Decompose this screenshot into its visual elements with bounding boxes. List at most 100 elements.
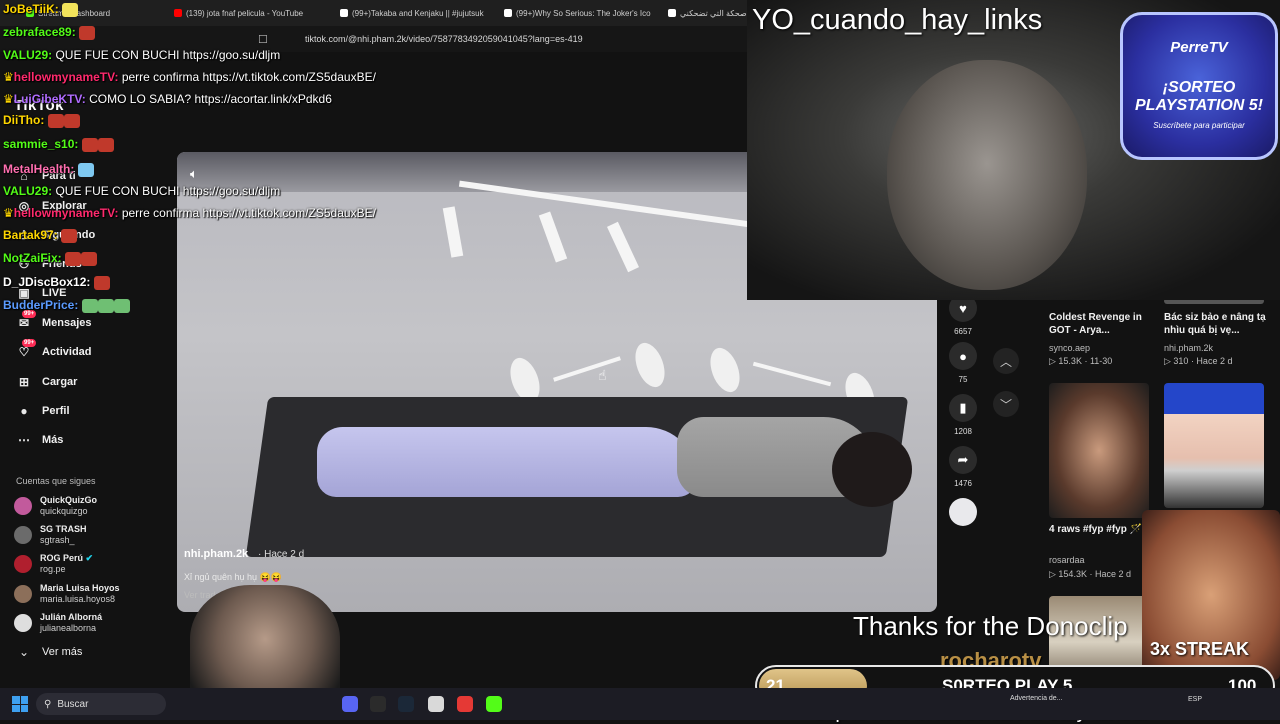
emote-icon	[93, 275, 110, 290]
nav-label: Mensajes	[42, 317, 92, 329]
account-name: Julián Alborná	[40, 612, 103, 622]
nav-item-perfil[interactable]: ● Perfil	[16, 401, 69, 421]
video-author[interactable]: nhi.pham.2k	[184, 548, 248, 560]
taskbar-search[interactable]: ⚲ Buscar	[36, 693, 166, 715]
avatar	[14, 497, 32, 515]
search-label: Buscar	[57, 698, 89, 710]
nav-item-actividad[interactable]: ♡ 99+ Actividad	[16, 339, 92, 362]
nav-item-mas[interactable]: ⋯ Más	[16, 430, 63, 450]
chat-username: BudderPrice:	[3, 298, 79, 312]
giveaway-subtitle: Suscríbete para participar	[1153, 121, 1245, 130]
chat-username: JoBeTiiK:	[3, 2, 59, 16]
tab-label: (139) jota fnaf pelicula - YouTube	[186, 8, 304, 18]
browser-tab[interactable]: صحكة التي تضحكني	[668, 5, 748, 21]
related-video-title[interactable]: 4 raws #fyp #fyp 🪄	[1049, 523, 1149, 536]
nav-item-mensajes[interactable]: ✉ 99+ Mensajes	[16, 310, 92, 333]
following-account[interactable]: SG TRASH sgtrash_	[14, 524, 87, 546]
see-more-link[interactable]: ⌄ Ver más	[16, 642, 82, 662]
emote-icon	[47, 113, 64, 128]
video-thumbnail[interactable]	[1049, 383, 1149, 518]
giveaway-badge: PerreTV ¡SORTEO PLAYSTATION 5! Suscríbet…	[1120, 12, 1278, 160]
comment-action[interactable]: ● 75	[948, 342, 978, 384]
person-head	[832, 432, 912, 507]
chat-message: ♛hellowmynameTV: perre confirma https://…	[3, 206, 376, 220]
chat-text: perre confirma https://vt.tiktok.com/ZS5…	[121, 206, 376, 220]
related-video-author[interactable]: nhi.pham.2k	[1164, 343, 1213, 353]
like-action[interactable]: ♥ 6657	[948, 294, 978, 336]
kick-icon[interactable]	[486, 696, 502, 712]
browser-tab[interactable]: (99+)Takaba and Kenjaku || #jujutsuk	[340, 5, 488, 21]
footprint-decal	[629, 338, 671, 392]
author-avatar[interactable]	[949, 498, 977, 526]
following-account[interactable]: ROG Perú ✔ rog.pe	[14, 553, 93, 575]
related-video-title[interactable]: Coldest Revenge in GOT - Arya...	[1049, 311, 1149, 337]
browser-tab[interactable]: (99+)Why So Serious: The Joker's Ico	[504, 5, 652, 21]
chat-message: sammie_s10:	[3, 137, 114, 152]
chat-text: COMO LO SABIA? https://acortar.link/xPdk…	[89, 92, 332, 106]
nav-label: Actividad	[42, 346, 92, 358]
related-video-meta: ▷ 154.3K · Hace 2 d	[1049, 569, 1131, 579]
volume-icon[interactable]: 🔈︎	[190, 166, 198, 182]
emote-icon	[81, 251, 98, 266]
tray-notice[interactable]: Advertencia de...	[1010, 695, 1063, 702]
browser-tab-bar: Stream - Dashboard (139) jota fnaf pelic…	[0, 0, 750, 26]
tab-favicon-icon	[504, 9, 512, 17]
discord-icon[interactable]	[342, 696, 358, 712]
person-legs	[317, 427, 697, 497]
following-section-title: Cuentas que sigues	[16, 476, 96, 486]
related-video-author[interactable]: rosardaa	[1049, 555, 1085, 565]
chat-username: hellowmynameTV:	[13, 70, 119, 84]
tab-label: (99+)Takaba and Kenjaku || #jujutsuk	[352, 8, 484, 18]
chat-username: D_JDiscBox12:	[3, 275, 91, 289]
activity-badge: 99+	[22, 339, 37, 347]
windows-start-icon[interactable]	[12, 696, 28, 712]
emote-icon	[113, 298, 130, 313]
search-icon: ⚲	[44, 698, 52, 710]
floor-line	[538, 211, 568, 263]
avatar	[14, 555, 32, 573]
chat-message: VALU29: QUE FUE CON BUCHI https://goo.su…	[3, 184, 280, 198]
share-action[interactable]: ➦ 1476	[948, 446, 978, 488]
browser-tab[interactable]: (139) jota fnaf pelicula - YouTube	[174, 5, 324, 21]
related-video-author[interactable]: synco.aep	[1049, 343, 1090, 353]
chat-message: VALU29: QUE FUE CON BUCHI https://goo.su…	[3, 48, 280, 62]
app-icon[interactable]	[428, 696, 444, 712]
author-avatar-action[interactable]	[948, 498, 978, 526]
emote-icon	[79, 25, 96, 40]
giveaway-brand: PerreTV	[1170, 39, 1228, 56]
chat-text: QUE FUE CON BUCHI https://goo.su/dljm	[55, 48, 281, 62]
profile-icon: ●	[20, 404, 28, 418]
following-account[interactable]: QuickQuizGo quickquizgo	[14, 495, 97, 517]
chat-message: BudderPrice:	[3, 298, 130, 313]
steam-icon[interactable]	[398, 696, 414, 712]
app-icon[interactable]	[370, 696, 386, 712]
video-thumbnail[interactable]	[1164, 383, 1264, 508]
app-icon[interactable]	[457, 696, 473, 712]
dashed-line	[752, 361, 832, 387]
bookmark-save-icon[interactable]: ▮	[949, 394, 977, 422]
chat-username: MetalHealth:	[3, 162, 75, 176]
more-icon: ⋯	[18, 433, 30, 447]
nav-item-cargar[interactable]: ⊞ Cargar	[16, 372, 78, 392]
chat-message: JoBeTiiK:	[3, 2, 79, 17]
share-icon[interactable]: ➦	[949, 446, 977, 474]
account-handle: rog.pe	[40, 564, 66, 574]
account-handle: sgtrash_	[40, 535, 75, 545]
bookmark-icon[interactable]: ☐	[258, 33, 270, 46]
donoclip-thanks: Thanks for the Donoclip	[853, 611, 1128, 641]
related-video-title[interactable]: Bác siz bảo e nâng tạ nhìu quá bị vẹ...	[1164, 311, 1272, 337]
chat-username: VALU29:	[3, 48, 53, 62]
comment-icon[interactable]: ●	[949, 342, 977, 370]
account-name: QuickQuizGo	[40, 495, 98, 505]
following-account[interactable]: Julián Alborná julianealborna	[14, 612, 102, 634]
tab-label: (99+)Why So Serious: The Joker's Ico	[516, 8, 651, 18]
windows-taskbar	[0, 688, 1280, 720]
tray-language[interactable]: ESP	[1188, 696, 1202, 703]
chevron-down-icon: ﹀	[999, 397, 1012, 412]
following-account[interactable]: Maria Luisa Hoyos maria.luisa.hoyos8	[14, 583, 120, 605]
url-text[interactable]: tiktok.com/@nhi.pham.2k/video/7587783492…	[305, 34, 583, 44]
next-video-button[interactable]: ﹀	[993, 391, 1019, 417]
previous-video-button[interactable]: ︿	[993, 348, 1019, 374]
bookmark-action[interactable]: ▮ 1208	[948, 394, 978, 436]
emote-icon	[61, 228, 78, 243]
